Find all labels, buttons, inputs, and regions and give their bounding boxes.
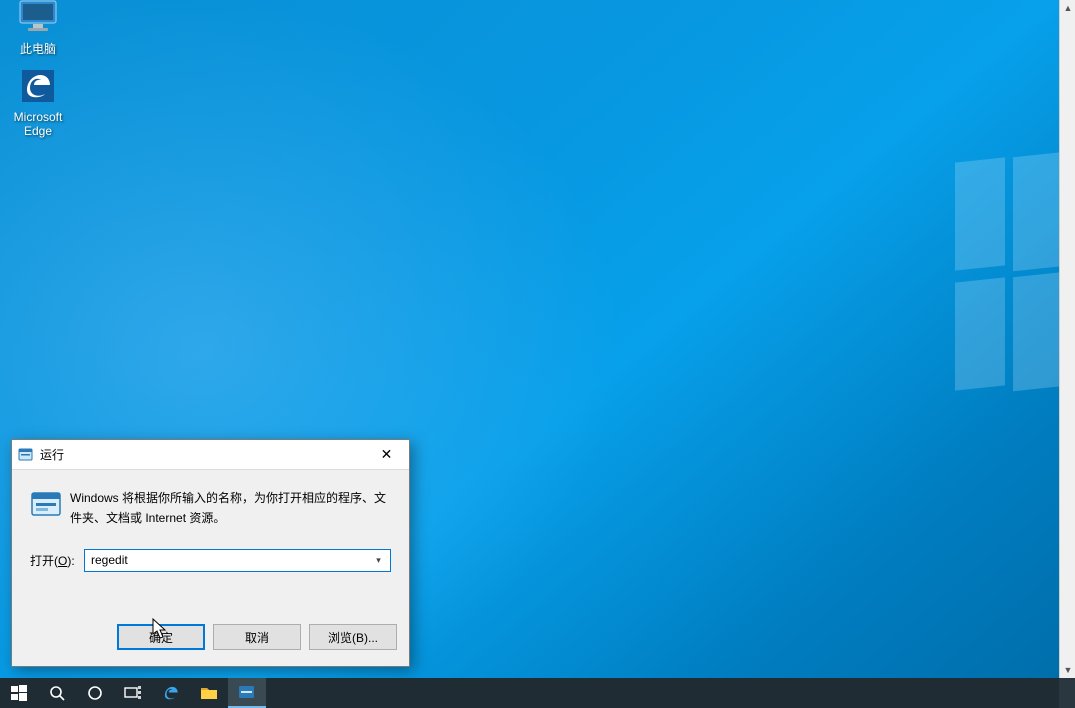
close-icon: ✕	[381, 446, 393, 463]
wallpaper-windows-logo	[955, 160, 1075, 390]
start-button[interactable]	[0, 678, 38, 708]
desktop-icon-label: Microsoft Edge	[0, 110, 76, 138]
edge-icon	[14, 66, 62, 106]
cortana-icon	[87, 685, 103, 701]
dialog-description: Windows 将根据你所输入的名称，为你打开相应的程序、文件夹、文档或 Int…	[70, 488, 391, 529]
scroll-down-icon[interactable]: ▼	[1060, 662, 1075, 678]
taskbar[interactable]	[0, 678, 1059, 708]
run-icon	[18, 447, 34, 463]
close-button[interactable]: ✕	[364, 440, 409, 469]
search-icon	[49, 685, 65, 701]
open-label: 打开(O):	[30, 552, 84, 569]
run-icon	[238, 684, 256, 700]
open-combobox[interactable]: ▾	[84, 549, 391, 572]
dialog-body: Windows 将根据你所输入的名称，为你打开相应的程序、文件夹、文档或 Int…	[12, 470, 409, 624]
monitor-icon	[14, 0, 62, 36]
titlebar-title: 运行	[40, 446, 64, 463]
taskview-icon	[124, 686, 142, 700]
cancel-button[interactable]: 取消	[213, 624, 301, 650]
ok-button[interactable]: 确定	[117, 624, 205, 650]
desktop-icon-this-pc[interactable]: 此电脑	[0, 0, 76, 57]
run-dialog: 运行 ✕ Windows 将根据你所输入的名称，为你打开相应的程序、文件夹、文档…	[11, 439, 410, 667]
taskbar-file-explorer[interactable]	[190, 678, 228, 708]
chevron-down-icon[interactable]: ▾	[370, 549, 387, 572]
scrollbar-corner	[1059, 678, 1075, 708]
taskbar-run-app[interactable]	[228, 678, 266, 708]
scrollbar-vertical[interactable]: ▲ ▼	[1059, 0, 1075, 678]
taskview-button[interactable]	[114, 678, 152, 708]
run-icon	[30, 488, 70, 527]
taskbar-edge[interactable]	[152, 678, 190, 708]
scroll-up-icon[interactable]: ▲	[1060, 0, 1075, 16]
titlebar[interactable]: 运行 ✕	[12, 440, 409, 470]
dialog-button-row: 确定 取消 浏览(B)...	[12, 624, 409, 666]
edge-icon	[161, 683, 181, 703]
browse-button[interactable]: 浏览(B)...	[309, 624, 397, 650]
desktop-icon-label: 此电脑	[0, 40, 76, 57]
search-button[interactable]	[38, 678, 76, 708]
open-input[interactable]	[84, 549, 391, 572]
desktop-icon-edge[interactable]: Microsoft Edge	[0, 66, 76, 138]
cortana-button[interactable]	[76, 678, 114, 708]
folder-icon	[200, 685, 218, 701]
desktop[interactable]: 此电脑 Microsoft Edge 运行 ✕	[0, 0, 1075, 708]
windows-logo-icon	[11, 685, 27, 701]
